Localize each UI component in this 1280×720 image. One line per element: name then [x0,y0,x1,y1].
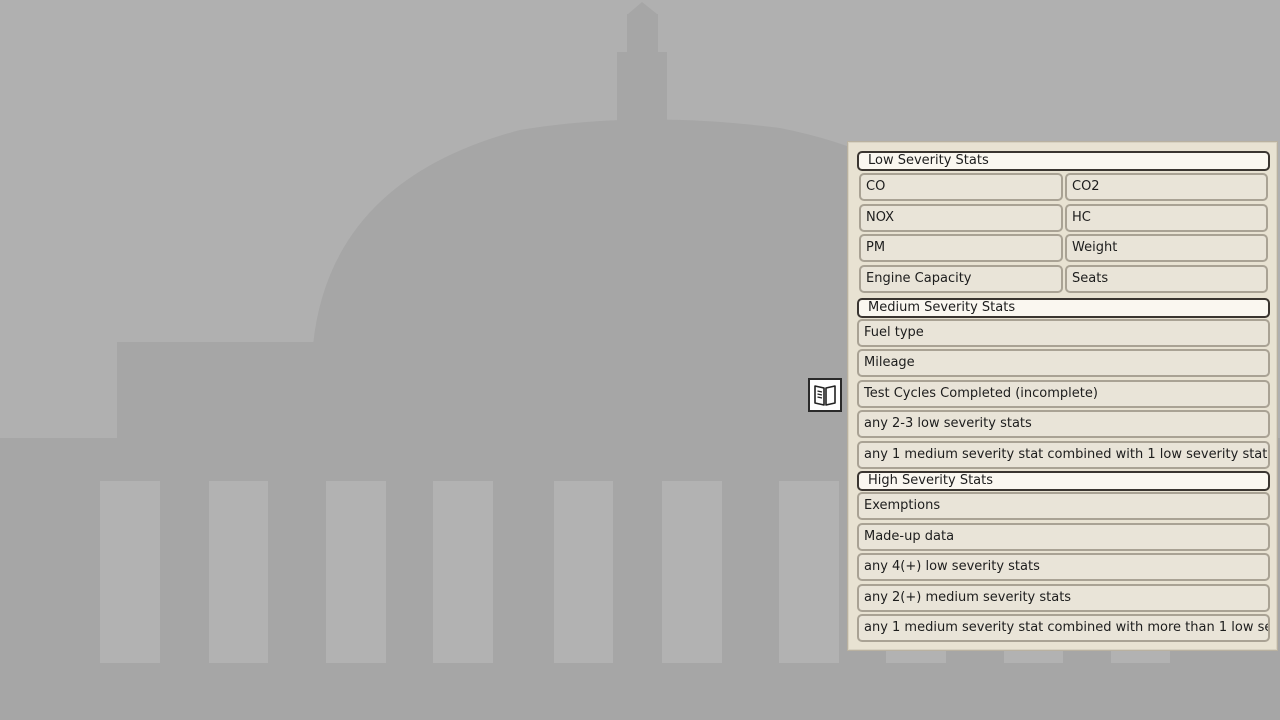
medium-item-fuel-type[interactable]: Fuel type [857,319,1270,347]
high-item-exemptions[interactable]: Exemptions [857,492,1270,520]
stat-co2[interactable]: CO2 [1065,173,1268,201]
high-item-medium-combo[interactable]: any 2(+) medium severity stats [857,584,1270,612]
stat-hc[interactable]: HC [1065,204,1268,232]
medium-item-test-cycles[interactable]: Test Cycles Completed (incomplete) [857,380,1270,408]
high-item-low-combo[interactable]: any 4(+) low severity stats [857,553,1270,581]
stat-co[interactable]: CO [859,173,1063,201]
journal-button[interactable] [808,378,842,412]
medium-severity-header: Medium Severity Stats [857,298,1270,318]
severity-stats-panel: Low Severity Stats CO CO2 NOX HC PM Weig… [847,141,1278,651]
high-item-made-up-data[interactable]: Made-up data [857,523,1270,551]
open-book-icon [814,385,836,406]
low-severity-header: Low Severity Stats [857,151,1270,171]
stat-engine-capacity[interactable]: Engine Capacity [859,265,1063,293]
stat-weight[interactable]: Weight [1065,234,1268,262]
medium-item-low-combo[interactable]: any 2-3 low severity stats [857,410,1270,438]
medium-item-mixed-combo[interactable]: any 1 medium severity stat combined with… [857,441,1270,469]
medium-item-mileage[interactable]: Mileage [857,349,1270,377]
high-severity-header: High Severity Stats [857,471,1270,491]
stat-nox[interactable]: NOX [859,204,1063,232]
stat-pm[interactable]: PM [859,234,1063,262]
stat-seats[interactable]: Seats [1065,265,1268,293]
high-item-mixed-combo[interactable]: any 1 medium severity stat combined with… [857,614,1270,642]
